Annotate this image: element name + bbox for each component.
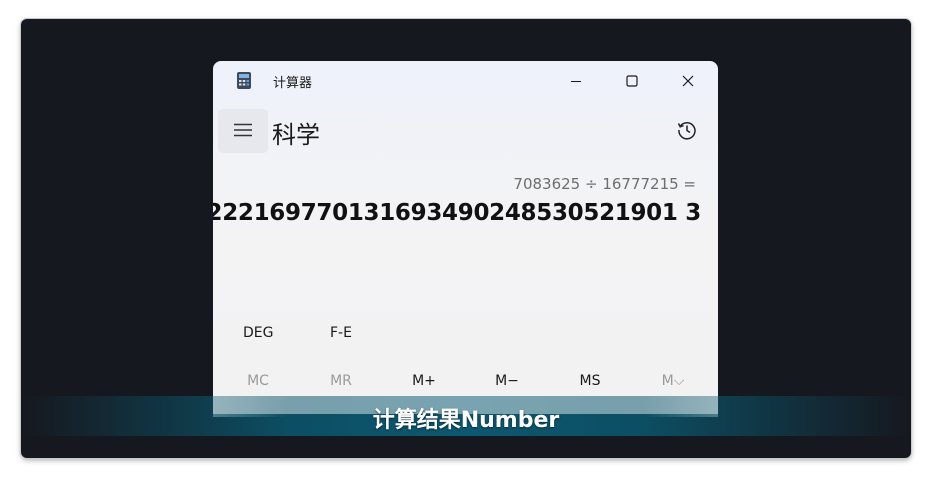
close-icon	[682, 72, 694, 91]
memory-store-button[interactable]: MS	[560, 373, 620, 389]
maximize-icon	[626, 72, 638, 91]
close-button[interactable]	[660, 61, 716, 101]
caption-text: 计算结果Number	[372, 408, 560, 433]
history-button[interactable]	[672, 118, 702, 146]
angle-unit-toggle[interactable]: DEG	[243, 325, 273, 341]
title-bar[interactable]: 计算器	[213, 61, 718, 101]
maximize-button[interactable]	[604, 61, 660, 101]
memory-add-button[interactable]: M+	[394, 373, 454, 389]
minimize-icon	[570, 72, 582, 91]
window-title: 计算器	[273, 76, 313, 91]
result-display: 0.4222169770131693490248530521901 3	[213, 200, 701, 226]
memory-subtract-button[interactable]: M−	[477, 373, 537, 389]
fixed-exponent-toggle[interactable]: F-E	[330, 325, 352, 341]
hamburger-menu-icon	[234, 122, 252, 141]
memory-clear-button[interactable]: MC	[228, 373, 288, 389]
minimize-button[interactable]	[548, 61, 604, 101]
history-icon	[676, 119, 698, 145]
calculator-mode-title: 科学	[272, 121, 320, 149]
navigation-menu-button[interactable]	[218, 109, 268, 153]
calculator-app-icon	[237, 72, 251, 89]
memory-list-button[interactable]: M⌵	[643, 373, 703, 389]
screen-frame: 计算器 科学 7083625 ÷ 16777215 = 0.4222169770…	[21, 19, 911, 458]
expression-display: 7083625 ÷ 16777215 =	[513, 175, 696, 193]
calculator-window: 计算器 科学 7083625 ÷ 16777215 = 0.4222169770…	[213, 61, 718, 417]
memory-recall-button[interactable]: MR	[311, 373, 371, 389]
